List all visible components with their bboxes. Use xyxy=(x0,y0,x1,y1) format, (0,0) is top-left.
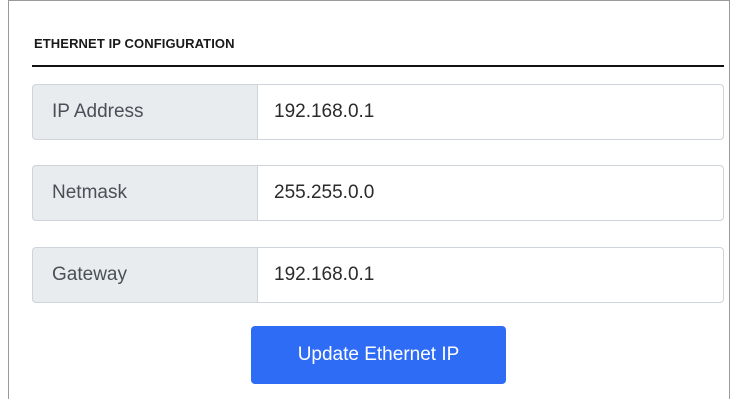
netmask-label: Netmask xyxy=(32,165,257,221)
ip-address-label: IP Address xyxy=(32,84,257,140)
section-title: ETHERNET IP CONFIGURATION xyxy=(34,36,235,51)
ip-address-group: IP Address xyxy=(32,84,724,140)
title-divider xyxy=(32,65,724,67)
gateway-group: Gateway xyxy=(32,247,724,303)
update-ethernet-ip-button[interactable]: Update Ethernet IP xyxy=(251,326,506,384)
gateway-label: Gateway xyxy=(32,247,257,303)
ip-address-input[interactable] xyxy=(257,84,724,140)
gateway-input[interactable] xyxy=(257,247,724,303)
netmask-group: Netmask xyxy=(32,165,724,221)
netmask-input[interactable] xyxy=(257,165,724,221)
